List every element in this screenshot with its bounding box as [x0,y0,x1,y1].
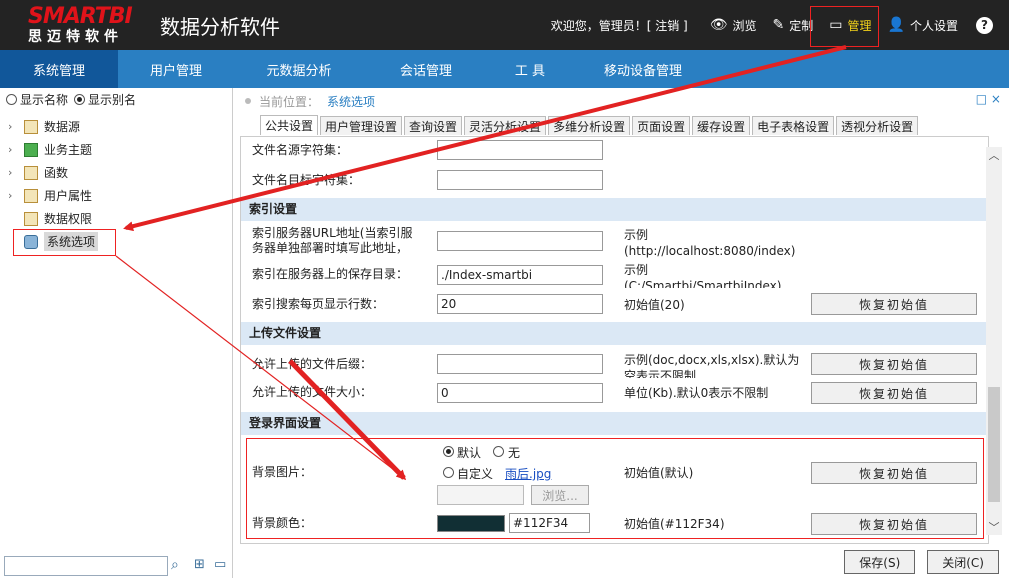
nav-mobile-manage[interactable]: 移动设备管理 [572,50,714,88]
settings-tabs: 公共设置 用户管理设置 查询设置 灵活分析设置 多维分析设置 页面设置 缓存设置… [260,115,920,135]
tree-item-data-permission[interactable]: 数据权限 [0,207,232,230]
tab-pivot[interactable]: 透视分析设置 [836,116,919,135]
tree-item-datasource[interactable]: › 数据源 [0,115,232,138]
eye-icon: 👁 [709,17,728,33]
nav-system-manage[interactable]: 系统管理 [0,50,118,88]
file-target-charset-input[interactable] [437,170,603,190]
row-file-charset: 文件名源字符集： [241,140,988,160]
data-permission-icon [24,211,38,226]
minimize-icon[interactable]: ▭ [214,557,226,572]
section-index: 索引设置 [241,198,988,221]
welcome-text[interactable]: 欢迎您，管理员！[ 注销 ] [551,17,688,34]
nav-metadata-analysis[interactable]: 元数据分析 [234,50,364,88]
display-mode-radios: 显示名称 显示别名 [0,88,232,110]
upload-ext-input[interactable] [437,354,603,374]
index-dir-input[interactable]: ./Index-smartbi [437,265,603,285]
annotation-box-system-options [13,229,116,256]
function-icon [24,165,38,180]
chevron-right-icon[interactable]: › [8,120,24,133]
chevron-up-icon[interactable]: ︿ [986,147,1002,163]
row-file-target-charset: 文件名目标字符集： [241,170,988,190]
tab-spreadsheet[interactable]: 电子表格设置 [752,116,835,135]
chevron-right-icon[interactable]: › [8,143,24,156]
smartbi-logo: SMARTBI 思迈特软件 [28,4,133,46]
save-button[interactable]: 保存(S) [844,550,916,574]
file-charset-input[interactable] [437,140,603,160]
search-icon[interactable]: ⌕ [171,557,179,573]
row-index-rows: 索引搜索每页显示行数： 20 初始值(20) 恢复初始值 [241,293,988,317]
window-controls[interactable]: □ × [976,92,1001,106]
nav-user-manage[interactable]: 用户管理 [118,50,234,88]
tree-item-business-theme[interactable]: › 业务主题 [0,138,232,161]
radio-display-alias[interactable] [74,93,86,105]
tab-olap[interactable]: 多维分析设置 [548,116,631,135]
main-nav: 系统管理 用户管理 元数据分析 会话管理 工 具 移动设备管理 [0,50,1009,88]
tab-query[interactable]: 查询设置 [404,116,463,135]
row-upload-ext: 允许上传的文件后缀： 示例(doc,docx,xls,xlsx).默认为空表示不… [241,351,988,378]
content-scrollbar[interactable]: ︿ ﹀ [986,147,1002,535]
section-upload: 上传文件设置 [241,322,988,345]
help-icon[interactable]: ? [976,16,993,34]
index-rows-input[interactable]: 20 [437,294,603,314]
radio-display-name[interactable] [6,93,17,105]
close-button[interactable]: 关闭(C) [927,550,999,574]
right-panel: 当前位置： 系统选项 □ × 公共设置 用户管理设置 查询设置 灵活分析设置 多… [233,88,1009,578]
tab-user-manage[interactable]: 用户管理设置 [320,116,403,135]
reset-upload-ext-button[interactable]: 恢复初始值 [811,353,977,375]
app-title: 数据分析软件 [160,15,280,39]
tree-item-user-attribute[interactable]: › 用户属性 [0,184,232,207]
row-index-dir: 索引在服务器上的保存目录： ./Index-smartbi 示例(C:/Smar… [252,263,782,288]
breadcrumb: 当前位置： 系统选项 [245,93,375,109]
user-icon: 👤 [887,17,905,33]
reset-index-rows-button[interactable]: 恢复初始值 [811,293,977,315]
tree-search-input[interactable] [4,556,168,576]
annotation-box-login-settings [246,438,984,539]
left-panel: 显示名称 显示别名 › 数据源 › 业务主题 › 函数 › 用户属性 数据权限 [0,88,233,578]
chevron-right-icon[interactable]: › [8,166,24,179]
tab-flex-analysis[interactable]: 灵活分析设置 [464,116,547,135]
tab-common[interactable]: 公共设置 [260,115,319,135]
section-login: 登录界面设置 [241,412,988,435]
scrollbar-thumb[interactable] [988,387,1000,502]
reset-upload-size-button[interactable]: 恢复初始值 [811,382,977,404]
dialog-buttons: 保存(S) 关闭(C) [832,550,999,574]
personal-settings-button[interactable]: 👤 个人设置 [880,0,966,50]
breadcrumb-dot-icon [245,98,251,104]
business-theme-icon [24,142,38,157]
chevron-right-icon[interactable]: › [8,189,24,202]
tree-item-function[interactable]: › 函数 [0,161,232,184]
browse-button[interactable]: 👁 浏览 [702,0,765,50]
user-attribute-icon [24,188,38,203]
tab-cache[interactable]: 缓存设置 [692,116,751,135]
row-upload-size: 允许上传的文件大小： 0 单位(Kb).默认0表示不限制 恢复初始值 [241,381,988,405]
tree-structure-icon[interactable]: ⊞ [194,557,205,572]
datasource-icon [24,119,38,134]
annotation-box-manage [810,6,879,47]
nav-tools[interactable]: 工 具 [488,50,572,88]
index-url-input[interactable] [437,231,603,251]
upload-size-input[interactable]: 0 [437,383,603,403]
row-index-url: 索引服务器URL地址(当索引服务器单独部署时填写此地址， 示例(http://l… [252,226,796,258]
pencil-icon: ✎ [772,17,785,33]
chevron-down-icon[interactable]: ﹀ [986,519,1002,535]
nav-session-manage[interactable]: 会话管理 [364,50,488,88]
header-toolbar: 欢迎您，管理员！[ 注销 ] 👁 浏览 ✎ 定制 ▭ 管理 👤 个人设置 ? [551,0,1009,50]
settings-content: 文件名源字符集： 文件名目标字符集： 索引设置 索引服务器URL地址(当索引服务… [240,136,989,544]
tab-page[interactable]: 页面设置 [632,116,691,135]
